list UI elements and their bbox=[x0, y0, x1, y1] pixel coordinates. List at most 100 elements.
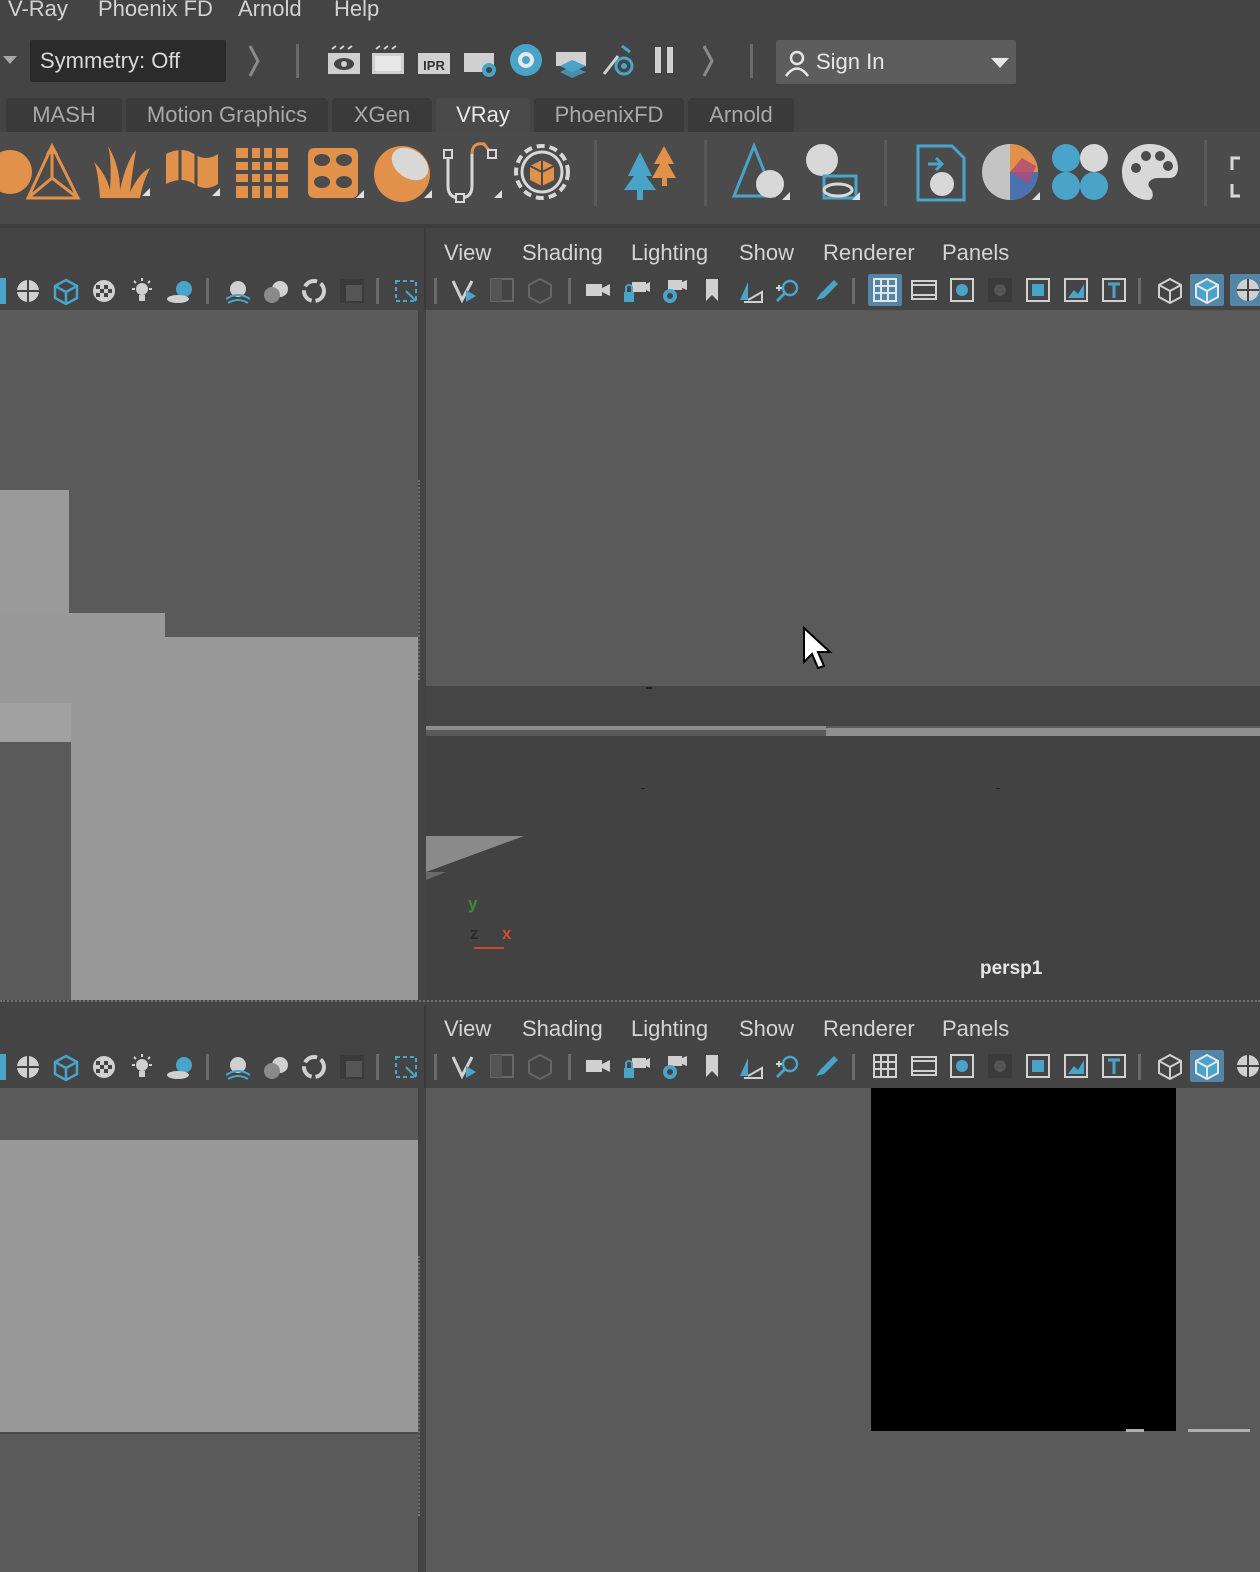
camera-icon[interactable] bbox=[584, 276, 612, 304]
collapse-arrow-icon[interactable] bbox=[246, 44, 262, 78]
flag-icon[interactable] bbox=[160, 140, 224, 204]
depth-of-field-icon[interactable] bbox=[338, 277, 366, 305]
menu-lighting[interactable]: Lighting bbox=[631, 1016, 708, 1042]
shader-ball-icon[interactable] bbox=[798, 140, 862, 204]
field-chart-icon[interactable] bbox=[1024, 1052, 1052, 1080]
menu-panels[interactable]: Panels bbox=[942, 1016, 1009, 1042]
menu-panels[interactable]: Panels bbox=[942, 240, 1009, 266]
menu-vray[interactable]: V-Ray bbox=[8, 0, 68, 22]
render-layers-icon[interactable] bbox=[554, 42, 590, 78]
shadows-icon[interactable] bbox=[166, 277, 194, 305]
cone-sphere-icon[interactable] bbox=[728, 140, 792, 204]
film-gate-icon[interactable] bbox=[910, 276, 938, 304]
sign-in-button[interactable]: Sign In bbox=[776, 40, 1016, 84]
wireframe-cube-icon[interactable] bbox=[52, 1053, 80, 1081]
light-bulb-icon[interactable] bbox=[128, 277, 156, 305]
grey-cube-icon[interactable] bbox=[526, 1052, 554, 1080]
menu-phoenix-fd[interactable]: Phoenix FD bbox=[98, 0, 213, 22]
safe-action-icon[interactable] bbox=[1062, 1052, 1090, 1080]
render-view-icon[interactable] bbox=[326, 42, 362, 78]
anti-alias-icon[interactable] bbox=[300, 1053, 328, 1081]
grease-pencil-icon[interactable] bbox=[812, 276, 840, 304]
motion-blur-icon[interactable] bbox=[262, 1053, 290, 1081]
image-plane-icon[interactable] bbox=[736, 276, 764, 304]
persp-viewport[interactable]: y z x persp1 bbox=[426, 310, 1260, 1000]
resolution-gate-icon[interactable] bbox=[948, 276, 976, 304]
lattice-icon[interactable] bbox=[230, 140, 294, 204]
ambient-occlusion-icon[interactable] bbox=[224, 277, 252, 305]
tab-xgen[interactable]: XGen bbox=[332, 98, 432, 132]
collapse-arrow-icon-2[interactable] bbox=[700, 44, 716, 78]
default-material-icon[interactable] bbox=[1234, 1052, 1260, 1080]
2d-pan-zoom-icon[interactable] bbox=[774, 276, 802, 304]
gate-mask-icon[interactable] bbox=[986, 1052, 1014, 1080]
palette-icon[interactable] bbox=[1118, 140, 1182, 204]
render-settings-icon[interactable] bbox=[462, 42, 498, 78]
tab-mash[interactable]: MASH bbox=[6, 98, 122, 132]
menu-arnold[interactable]: Arnold bbox=[238, 0, 302, 22]
symmetry-field[interactable]: Symmetry: Off bbox=[30, 40, 226, 82]
menu-show[interactable]: Show bbox=[739, 240, 794, 266]
safe-title-icon[interactable] bbox=[1100, 1052, 1128, 1080]
frame-contrast-icon[interactable] bbox=[488, 276, 516, 304]
vertical-splitter-bottom[interactable] bbox=[418, 1256, 424, 1516]
field-chart-icon[interactable] bbox=[1024, 276, 1052, 304]
checker-sphere-icon[interactable] bbox=[90, 1053, 118, 1081]
menu-help[interactable]: Help bbox=[334, 0, 379, 22]
safe-action-icon[interactable] bbox=[1062, 276, 1090, 304]
pyramid-icon[interactable] bbox=[20, 140, 84, 204]
bottom-left-viewport[interactable] bbox=[0, 1088, 418, 1572]
lock-camera-icon[interactable] bbox=[622, 276, 650, 304]
smooth-shade-all-icon[interactable] bbox=[1193, 1052, 1221, 1080]
grid-icon[interactable] bbox=[871, 1052, 899, 1080]
rope-icon[interactable] bbox=[440, 140, 504, 204]
gate-mask-icon[interactable] bbox=[986, 276, 1014, 304]
isolate-select-icon[interactable] bbox=[392, 1053, 420, 1081]
wireframe-cube-icon[interactable] bbox=[52, 277, 80, 305]
pause-icon[interactable] bbox=[652, 44, 678, 76]
bottom-right-viewport[interactable] bbox=[426, 1088, 1260, 1572]
vray-logo-icon[interactable] bbox=[450, 276, 478, 304]
menu-view[interactable]: View bbox=[444, 1016, 491, 1042]
default-material-icon[interactable] bbox=[1234, 276, 1260, 304]
tab-phoenixfd[interactable]: PhoenixFD bbox=[534, 98, 684, 132]
wireframe-icon[interactable] bbox=[1156, 1052, 1184, 1080]
menu-renderer[interactable]: Renderer bbox=[823, 1016, 915, 1042]
wireframe-icon[interactable] bbox=[1156, 276, 1184, 304]
lock-camera-icon[interactable] bbox=[622, 1052, 650, 1080]
tab-motion-graphics[interactable]: Motion Graphics bbox=[126, 98, 328, 132]
image-plane-icon[interactable] bbox=[736, 1052, 764, 1080]
camera-icon[interactable] bbox=[584, 1052, 612, 1080]
fur-icon[interactable] bbox=[90, 140, 154, 204]
resolution-gate-icon[interactable] bbox=[948, 1052, 976, 1080]
isolate-select-icon[interactable] bbox=[392, 277, 420, 305]
grease-pencil-icon[interactable] bbox=[812, 1052, 840, 1080]
material-ball-icon[interactable] bbox=[978, 140, 1042, 204]
dropdown-arrow-icon[interactable] bbox=[2, 54, 20, 66]
tab-arnold[interactable]: Arnold bbox=[688, 98, 794, 132]
checker-sphere-icon[interactable] bbox=[90, 277, 118, 305]
settings-gear-icon[interactable] bbox=[510, 140, 574, 204]
film-gate-icon[interactable] bbox=[910, 1052, 938, 1080]
bookmark-icon[interactable] bbox=[698, 1052, 726, 1080]
smooth-shade-all-icon[interactable] bbox=[1193, 276, 1221, 304]
render-frame-icon[interactable] bbox=[370, 42, 406, 78]
ambient-occlusion-icon[interactable] bbox=[224, 1053, 252, 1081]
shadows-icon[interactable] bbox=[166, 1053, 194, 1081]
import-icon[interactable] bbox=[908, 140, 972, 204]
smooth-shade-icon[interactable] bbox=[14, 277, 42, 305]
spheres-icon[interactable] bbox=[1048, 140, 1112, 204]
chevron-down-icon[interactable] bbox=[990, 56, 1010, 70]
smooth-shade-icon[interactable] bbox=[14, 1053, 42, 1081]
camera-settings-icon[interactable] bbox=[660, 276, 688, 304]
2d-pan-zoom-icon[interactable] bbox=[774, 1052, 802, 1080]
menu-renderer[interactable]: Renderer bbox=[823, 240, 915, 266]
light-editor-icon[interactable] bbox=[600, 42, 640, 78]
bookmark-icon[interactable] bbox=[698, 276, 726, 304]
trees-icon[interactable] bbox=[618, 140, 682, 204]
hypershade-icon[interactable] bbox=[508, 42, 544, 78]
frame-icon[interactable] bbox=[1226, 140, 1260, 204]
menu-shading[interactable]: Shading bbox=[522, 1016, 603, 1042]
vray-logo-icon[interactable] bbox=[450, 1052, 478, 1080]
vertical-splitter-top[interactable] bbox=[418, 480, 424, 680]
